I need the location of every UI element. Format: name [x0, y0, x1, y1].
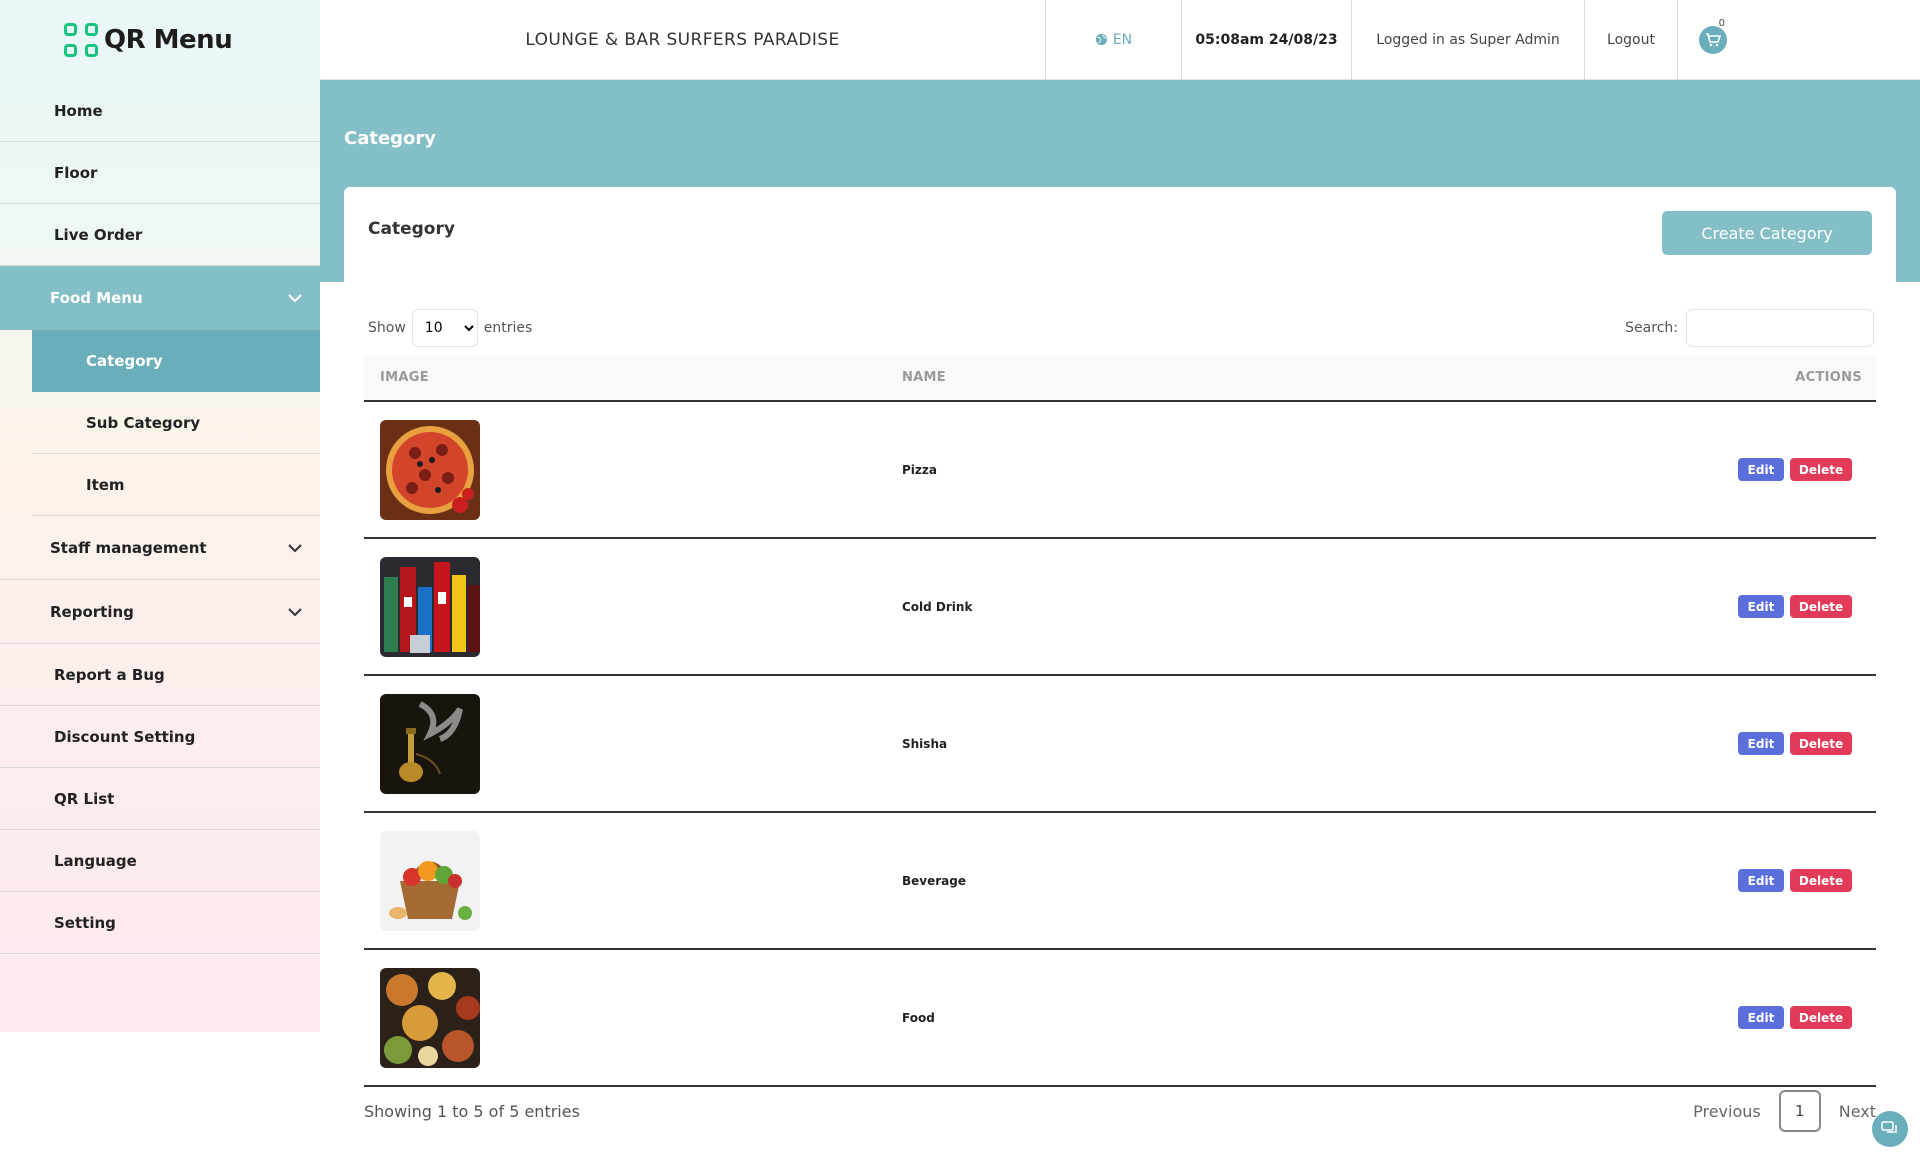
logo-text: QR Menu [104, 25, 233, 55]
beverage-image [380, 830, 480, 931]
sidebar-item-label: Category [86, 352, 163, 370]
edit-button[interactable]: Edit [1738, 458, 1784, 481]
delete-button[interactable]: Delete [1790, 1006, 1852, 1029]
column-header-name[interactable]: NAME [886, 355, 1282, 401]
cart-icon [1698, 25, 1727, 54]
sidebar-item-label: QR List [54, 789, 115, 808]
sidebar-item-label: Floor [54, 163, 98, 182]
category-card: Category Create Category Show 10 entries… [344, 187, 1896, 1166]
sidebar-item-food-menu[interactable]: Food Menu [0, 266, 320, 330]
search-input[interactable] [1686, 309, 1874, 347]
edit-button[interactable]: Edit [1738, 732, 1784, 755]
delete-button[interactable]: Delete [1790, 458, 1852, 481]
sidebar-item-live-order[interactable]: Live Order [0, 204, 320, 266]
sidebar-item-label: Language [54, 851, 137, 870]
sidebar-item-staff-management[interactable]: Staff management [0, 516, 320, 580]
category-name: Shisha [902, 736, 948, 751]
sidebar-item-sub-category[interactable]: Sub Category [32, 392, 320, 454]
category-name: Cold Drink [902, 599, 973, 614]
table-header-row: IMAGE NAME ACTIONS [364, 355, 1876, 401]
page-1-button[interactable]: 1 [1778, 1090, 1821, 1132]
cold-drink-image [380, 556, 480, 657]
pagination: Previous 1 Next [1693, 1090, 1876, 1132]
sidebar-item-language[interactable]: Language [0, 830, 320, 892]
sidebar-item-label: Sub Category [86, 413, 201, 432]
sidebar-item-label: Setting [54, 913, 116, 932]
sidebar-item-item[interactable]: Item [32, 454, 320, 516]
cart-button[interactable]: 0 [1677, 0, 1747, 80]
logout-link[interactable]: Logout [1584, 0, 1677, 80]
entries-label: entries [483, 320, 533, 336]
venue-name: LOUNGE & BAR SURFERS PARADISE [525, 29, 840, 50]
edit-button[interactable]: Edit [1738, 1006, 1784, 1029]
column-header-image[interactable]: IMAGE [364, 355, 886, 401]
category-table: IMAGE NAME ACTIONS Pizza Edit Delete Col… [364, 355, 1876, 1087]
category-name: Beverage [902, 873, 966, 888]
chat-icon [1881, 1121, 1897, 1133]
sidebar-item-floor[interactable]: Floor [0, 142, 320, 204]
table-search: Search: [1625, 309, 1874, 347]
shisha-image [380, 693, 480, 794]
table-row: Beverage Edit Delete [364, 812, 1876, 949]
language-label: EN [1112, 31, 1133, 48]
pizza-image [380, 419, 480, 520]
previous-page-button[interactable]: Previous [1693, 1102, 1761, 1121]
language-selector[interactable]: EN [1045, 0, 1181, 80]
delete-button[interactable]: Delete [1790, 732, 1852, 755]
table-footer: Showing 1 to 5 of 5 entries Previous 1 N… [364, 1090, 1876, 1132]
sidebar-item-label: Item [86, 475, 125, 494]
chevron-down-icon [288, 543, 302, 552]
sidebar-item-label: Staff management [50, 538, 207, 557]
table-row: Cold Drink Edit Delete [364, 538, 1876, 675]
chat-button[interactable] [1872, 1111, 1908, 1147]
sidebar-item-reporting[interactable]: Reporting [0, 580, 320, 644]
entries-select[interactable]: 10 [411, 309, 478, 347]
table-row: Pizza Edit Delete [364, 401, 1876, 538]
logo[interactable]: QR Menu [0, 0, 320, 80]
table-controls: Show 10 entries Search: [368, 309, 1874, 347]
cart-count: 0 [1718, 17, 1725, 29]
sidebar-item-setting[interactable]: Setting [0, 892, 320, 954]
search-label: Search: [1625, 320, 1678, 336]
sidebar-item-label: Report a Bug [54, 665, 165, 684]
table-row: Shisha Edit Delete [364, 675, 1876, 812]
delete-button[interactable]: Delete [1790, 595, 1852, 618]
column-header-actions: ACTIONS [1795, 370, 1862, 385]
chevron-down-icon [288, 294, 302, 303]
globe-icon [1095, 33, 1107, 46]
topbar: LOUNGE & BAR SURFERS PARADISE EN 05:08am… [320, 0, 1920, 80]
edit-button[interactable]: Edit [1738, 595, 1784, 618]
card-title: Category [368, 219, 455, 239]
category-name: Food [902, 1010, 935, 1025]
datetime: 05:08am 24/08/23 [1181, 0, 1351, 80]
next-page-button[interactable]: Next [1839, 1102, 1876, 1121]
sidebar-item-label: Discount Setting [54, 727, 196, 746]
show-label: Show [368, 320, 406, 336]
delete-button[interactable]: Delete [1790, 869, 1852, 892]
entries-info: Showing 1 to 5 of 5 entries [364, 1101, 580, 1121]
table-row: Food Edit Delete [364, 949, 1876, 1086]
chevron-down-icon [288, 607, 302, 616]
edit-button[interactable]: Edit [1738, 869, 1784, 892]
sidebar-item-label: Food Menu [50, 289, 143, 307]
sidebar-item-label: Live Order [54, 225, 143, 244]
sidebar-item-home[interactable]: Home [0, 80, 320, 142]
logged-in-user: Logged in as Super Admin [1351, 0, 1584, 80]
entries-length: Show 10 entries [368, 309, 532, 347]
page-title: Category [344, 128, 437, 149]
sidebar-item-label: Home [54, 101, 103, 120]
sidebar-item-discount-setting[interactable]: Discount Setting [0, 706, 320, 768]
sidebar-item-label: Reporting [50, 602, 134, 621]
sidebar-item-qr-list[interactable]: QR List [0, 768, 320, 830]
category-name: Pizza [902, 462, 937, 477]
create-category-button[interactable]: Create Category [1662, 211, 1872, 255]
qr-logo-icon [64, 23, 98, 57]
sidebar: QR Menu Home Floor Live Order Food Menu … [0, 0, 320, 1032]
sidebar-item-report-a-bug[interactable]: Report a Bug [0, 644, 320, 706]
food-image [380, 967, 480, 1068]
sidebar-item-category[interactable]: Category [32, 330, 320, 392]
